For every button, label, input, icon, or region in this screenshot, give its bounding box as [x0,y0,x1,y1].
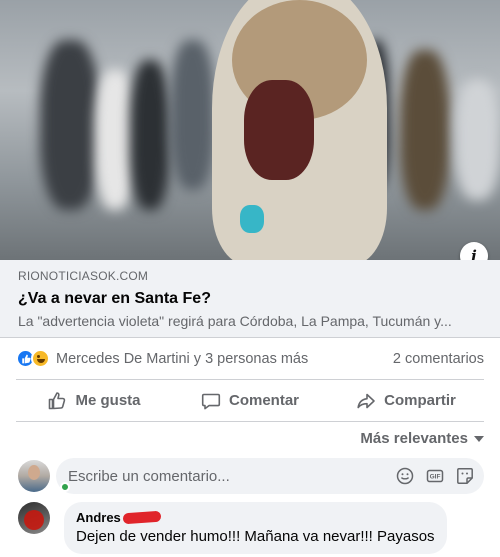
gif-icon[interactable]: GIF [426,467,444,485]
comment-sort-dropdown[interactable]: Más relevantes [360,428,484,448]
sticker-icon[interactable] [456,467,474,485]
share-icon [357,393,375,408]
comment-count[interactable]: 2 comentarios [393,351,484,367]
comment-label: Comentar [228,392,299,409]
comment-text: Dejen de vender humo!!! Mañana va nevar!… [76,528,435,545]
share-button[interactable]: Compartir [328,384,484,418]
link-preview-image[interactable]: i [0,0,500,260]
emoji-icon[interactable] [396,467,414,485]
like-button[interactable]: Me gusta [16,384,172,418]
composer-icons: GIF [396,467,474,485]
comment-input[interactable]: Escribe un comentario... GIF [56,458,484,494]
reactors-text[interactable]: Mercedes De Martini y 3 personas más [56,351,308,367]
svg-text:GIF: GIF [430,474,441,481]
link-domain: RIONOTICIASOK.COM [18,269,149,283]
comment-composer: Escribe un comentario... GIF [18,458,484,494]
thumbs-up-icon [49,391,66,409]
online-status-dot [60,482,70,492]
caret-down-icon [474,436,484,442]
sort-label: Más relevantes [360,429,468,447]
like-label: Me gusta [75,392,141,409]
info-icon[interactable]: i [460,242,488,260]
commenter-avatar[interactable] [18,502,50,534]
haha-icon [31,349,50,368]
link-title[interactable]: ¿Va a nevar en Santa Fe? [18,290,482,308]
link-description: La "advertencia violeta" regirá para Cór… [18,313,452,329]
comment-author[interactable]: Andres [76,510,435,525]
share-label: Compartir [384,392,456,409]
comment-placeholder: Escribe un comentario... [68,467,230,485]
comment-bubble: Andres Dejen de vender humo!!! Mañana va… [64,502,447,554]
comment-item: Andres Dejen de vender humo!!! Mañana va… [18,502,484,554]
comment-author-name: Andres [76,510,121,525]
action-bar: Me gusta Comentar Compartir [16,380,484,422]
link-preview-meta[interactable]: RIONOTICIASOK.COM ¿Va a nevar en Santa F… [0,260,500,338]
redaction-mark [122,510,162,525]
comment-icon [201,393,221,409]
avatar[interactable] [18,460,50,492]
reactions-summary[interactable]: Mercedes De Martini y 3 personas más [16,349,308,368]
comment-button[interactable]: Comentar [172,384,328,418]
reactions-bar: Mercedes De Martini y 3 personas más 2 c… [16,338,484,380]
